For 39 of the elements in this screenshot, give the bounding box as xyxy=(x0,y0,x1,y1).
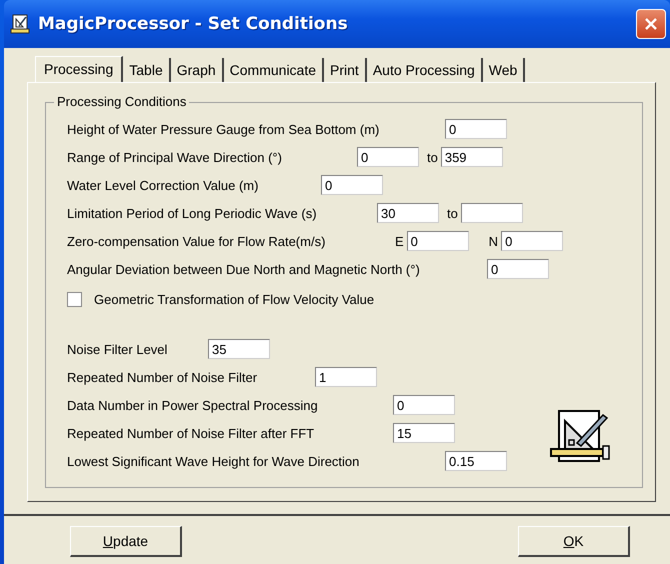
input-field[interactable]: 35 xyxy=(208,339,270,359)
field-label: Noise Filter Level xyxy=(67,342,168,356)
input-field[interactable]: 0 xyxy=(321,175,383,195)
input-field[interactable]: 0 xyxy=(357,147,419,167)
close-button[interactable] xyxy=(636,9,666,39)
input-field[interactable]: 0 xyxy=(445,119,507,139)
field-label: Height of Water Pressure Gauge from Sea Bottom (m) xyxy=(67,122,380,136)
close-icon xyxy=(644,17,658,31)
field-label: Zero-compensation Value for Flow Rate(m/s) xyxy=(67,234,326,248)
field-label: Repeated Number of Noise Filter xyxy=(67,370,258,384)
field-prefix: N xyxy=(488,234,498,248)
input-field[interactable]: 15 xyxy=(393,423,455,443)
input-field[interactable]: 0 xyxy=(393,395,455,415)
checkbox[interactable] xyxy=(67,292,82,306)
input-field[interactable]: 0 xyxy=(487,259,549,279)
window-title: MagicProcessor - Set Conditions xyxy=(38,14,349,34)
input-field[interactable]: 359 xyxy=(440,147,503,167)
checkbox-label: Geometric Transformation of Flow Velocity Value xyxy=(94,292,374,306)
input-field[interactable]: 0 xyxy=(501,231,564,251)
field-label: Limitation Period of Long Periodic Wave (s) xyxy=(67,206,318,220)
input-field[interactable]: 1 xyxy=(315,367,377,387)
field-label: Lowest Significant Wave Height for Wave Direction xyxy=(67,454,360,468)
input-field[interactable] xyxy=(460,203,523,223)
tab[interactable]: Processing xyxy=(35,56,124,82)
field-label: Angular Deviation between Due North and Magnetic North (°) xyxy=(67,262,421,276)
dialog-button[interactable]: OK xyxy=(518,526,630,557)
field-prefix: E xyxy=(395,234,404,248)
field-label: Data Number in Power Spectral Processing xyxy=(67,398,319,412)
group-title: Processing Conditions xyxy=(54,94,190,109)
input-field[interactable]: 0 xyxy=(406,231,469,251)
field-prefix: to xyxy=(447,206,458,220)
field-label: Range of Principal Wave Direction (°) xyxy=(67,150,283,164)
document-drawing-icon xyxy=(10,14,30,34)
input-field[interactable]: 0.15 xyxy=(445,451,507,471)
input-field[interactable]: 30 xyxy=(377,203,439,223)
dialog-button[interactable]: Update xyxy=(70,526,182,557)
field-label: Repeated Number of Noise Filter after FFT xyxy=(67,426,316,440)
field-prefix: to xyxy=(427,150,438,164)
field-label: Water Level Correction Value (m) xyxy=(67,178,260,192)
